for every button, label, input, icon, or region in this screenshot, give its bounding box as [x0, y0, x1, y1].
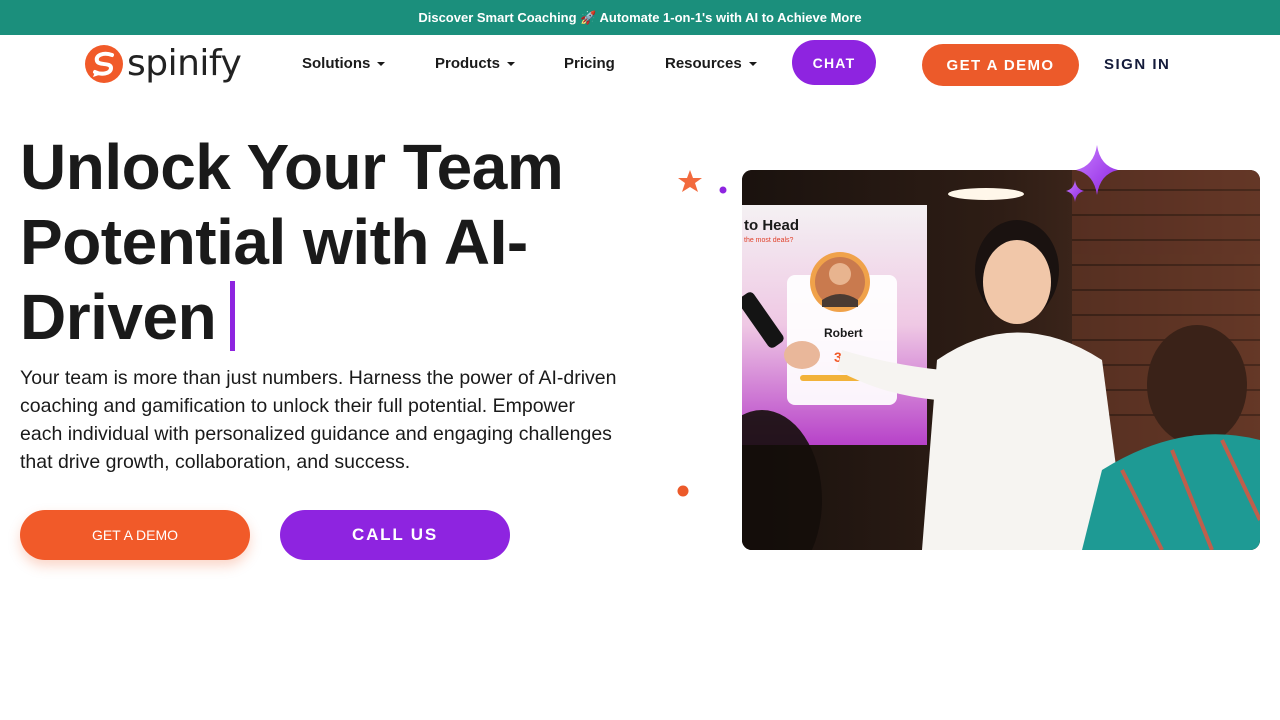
screen-heading: to Head [744, 217, 799, 234]
call-us-button[interactable]: CALL US [280, 510, 510, 560]
announcement-bar[interactable]: Discover Smart Coaching 🚀 Automate 1-on-… [0, 0, 1280, 35]
chevron-down-icon [748, 61, 757, 66]
top-navigation: spinify Solutions Products Pricing Resou… [0, 35, 1280, 95]
nav-solutions[interactable]: Solutions [302, 55, 386, 72]
announcement-text[interactable]: Discover Smart Coaching 🚀 Automate 1-on-… [418, 10, 861, 26]
nav-pricing[interactable]: Pricing [564, 55, 615, 72]
nav-solutions-label: Solutions [302, 55, 371, 72]
logo-wordmark: spinify [127, 43, 242, 84]
typing-cursor [230, 281, 236, 351]
card-name: Robert [824, 326, 863, 340]
hero-photo: to Head the most deals? Robert 39 [742, 170, 1260, 550]
screen-subheading: the most deals? [744, 237, 794, 244]
get-demo-button-nav[interactable]: GET A DEMO [922, 44, 1079, 86]
nav-resources-label: Resources [665, 55, 742, 72]
nav-pricing-label: Pricing [564, 55, 615, 72]
hero-subtitle: Your team is more than just numbers. Har… [20, 367, 617, 473]
orange-dot-icon [677, 485, 689, 497]
chevron-down-icon [507, 61, 516, 66]
get-demo-button[interactable]: GET A DEMO [20, 510, 250, 560]
chat-button[interactable]: CHAT [792, 40, 876, 85]
hero-photo-illustration: to Head the most deals? Robert 39 [742, 170, 1260, 550]
orange-star-icon [678, 170, 702, 192]
nav-products[interactable]: Products [435, 55, 516, 72]
spinify-logo[interactable]: spinify [84, 43, 242, 84]
chevron-down-icon [377, 61, 386, 66]
nav-resources[interactable]: Resources [665, 55, 757, 72]
sparkle-icon [1066, 145, 1118, 202]
hero-title-text: Unlock Your Team Potential with AI-Drive… [20, 131, 564, 353]
sign-in-link[interactable]: SIGN IN [1104, 56, 1170, 73]
purple-dot-icon [719, 186, 727, 194]
nav-products-label: Products [435, 55, 501, 72]
hero-title: Unlock Your Team Potential with AI-Drive… [20, 130, 640, 355]
spinify-logo-icon [85, 45, 123, 83]
